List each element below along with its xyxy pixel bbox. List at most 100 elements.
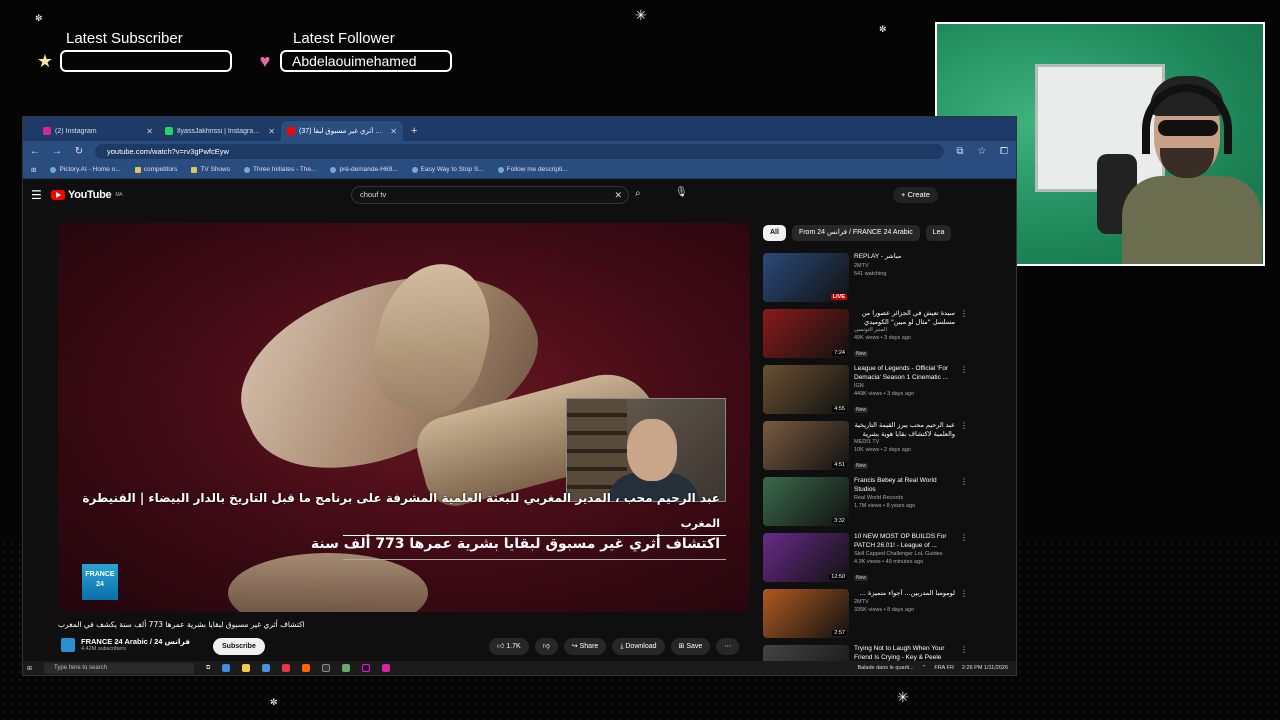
search-icon[interactable]: ⌕ bbox=[635, 188, 641, 199]
more-options-icon[interactable]: ⋮ bbox=[960, 589, 968, 638]
channel-name[interactable]: المنبر التونسي bbox=[854, 326, 955, 334]
recommended-video[interactable]: 3:32 Francis Bebey at Real World Studios R… bbox=[763, 477, 968, 526]
more-options-icon[interactable]: ⋮ bbox=[960, 365, 968, 416]
obs-icon[interactable] bbox=[322, 664, 331, 672]
video-title[interactable]: عبد الرحيم محب يبرز القيمة التاريخية وال… bbox=[854, 421, 955, 438]
video-title[interactable]: Trying Not to Laugh When Your Friend Is … bbox=[854, 645, 955, 662]
tray-arrow-icon[interactable]: ⌃ bbox=[922, 665, 927, 671]
new-tab-button[interactable]: + bbox=[411, 121, 417, 141]
channel-name[interactable]: 2MTV bbox=[854, 598, 955, 606]
video-title[interactable]: League of Legends - Official 'For Demaci… bbox=[854, 365, 955, 382]
more-actions-button[interactable]: ⋯ bbox=[716, 638, 740, 655]
reload-icon[interactable]: ↻ bbox=[73, 146, 85, 157]
instagram-icon[interactable] bbox=[382, 664, 391, 672]
recommended-video[interactable]: 7:24 سيدة تعيش في الجزائر عصورا من مسلسل … bbox=[763, 309, 968, 360]
video-thumbnail[interactable]: 3:32 bbox=[763, 477, 849, 526]
more-options-icon[interactable]: ⋮ bbox=[960, 309, 968, 360]
search-input[interactable]: chouf tv ✕ bbox=[351, 186, 629, 204]
more-options-icon[interactable]: ⋮ bbox=[960, 533, 968, 584]
extensions-icon[interactable]: ⧠ bbox=[998, 146, 1010, 157]
recommended-video[interactable]: LIVE REPLAY - مباشر 2MTV 541 watching bbox=[763, 253, 968, 302]
chrome-icon[interactable] bbox=[282, 664, 291, 672]
bookmark-folder[interactable]: TV Shows bbox=[191, 166, 230, 173]
bookmark-item[interactable]: Easy Way to Stop S... bbox=[411, 166, 484, 173]
app-icon[interactable] bbox=[342, 664, 351, 672]
new-badge: New bbox=[854, 407, 869, 413]
chip-all[interactable]: All bbox=[763, 225, 786, 241]
task-view-icon[interactable]: ⧉ bbox=[206, 665, 210, 672]
more-options-icon[interactable]: ⋮ bbox=[960, 421, 968, 472]
like-button[interactable]: 👍︎ 1.7K bbox=[489, 638, 529, 655]
youtube-logo[interactable]: YouTube MA bbox=[51, 189, 123, 201]
channel-name[interactable]: IGN bbox=[854, 382, 955, 390]
chip-from-channel[interactable]: From فرانس 24 / FRANCE 24 Arabic bbox=[791, 225, 920, 241]
channel-name[interactable]: FRANCE 24 Arabic / فرانس 24 bbox=[81, 637, 190, 646]
close-icon[interactable]: ✕ bbox=[390, 127, 397, 136]
recommended-video[interactable]: 4:51 عبد الرحيم محب يبرز القيمة التاريخية… bbox=[763, 421, 968, 472]
forward-icon[interactable]: → bbox=[51, 146, 63, 157]
browser-tab-youtube[interactable]: (37) اكتشاف أثري غير مسبوق لبقا ✕ bbox=[281, 121, 403, 141]
whatsapp-icon bbox=[165, 127, 173, 135]
create-button[interactable]: + Create bbox=[893, 187, 938, 203]
edge-icon[interactable] bbox=[222, 664, 231, 672]
dislike-button[interactable]: 👎︎ bbox=[534, 638, 558, 655]
video-title[interactable]: لومومبا المدربين... أجواء متميزة ... bbox=[854, 589, 955, 598]
clock[interactable]: 2:26 PM 1/11/2026 bbox=[962, 665, 1008, 671]
duration-badge: 4:55 bbox=[832, 406, 847, 412]
back-icon[interactable]: ← bbox=[29, 146, 41, 157]
windows-start-icon[interactable]: ⊞ bbox=[27, 665, 32, 672]
recommended-video[interactable]: 12:50 10 NEW MOST OP BUILDS For PATCH 26.… bbox=[763, 533, 968, 584]
view-count: 449K views • 3 days ago bbox=[854, 391, 915, 397]
video-title[interactable]: Francis Bebey at Real World Studios bbox=[854, 477, 955, 494]
recommended-video[interactable]: 4:55 League of Legends - Official 'For De… bbox=[763, 365, 968, 416]
language-indicator[interactable]: FRA FR bbox=[934, 665, 954, 671]
bookmark-star-icon[interactable]: ☆ bbox=[976, 146, 988, 157]
apps-icon[interactable]: ⊞ bbox=[31, 166, 36, 174]
view-count: 10K views • 2 days ago bbox=[854, 447, 911, 453]
close-icon[interactable]: ✕ bbox=[146, 127, 153, 136]
bookmark-item[interactable]: pré-demande-H69... bbox=[330, 166, 398, 173]
bookmark-item[interactable]: Follow me descripti... bbox=[497, 166, 568, 173]
thumbs-up-icon: 👍︎ bbox=[497, 643, 505, 650]
video-title[interactable]: سيدة تعيش في الجزائر عصورا من مسلسل "مثا… bbox=[854, 309, 955, 326]
bookmark-folder[interactable]: competitors bbox=[134, 166, 177, 173]
channel-avatar[interactable] bbox=[61, 637, 75, 652]
more-options-icon[interactable]: ⋮ bbox=[960, 477, 968, 526]
video-thumbnail[interactable]: 4:51 bbox=[763, 421, 849, 470]
voice-search-icon[interactable]: 🎙 bbox=[675, 187, 688, 198]
close-icon[interactable]: ✕ bbox=[268, 127, 275, 136]
channel-name[interactable]: MEDI1 TV bbox=[854, 438, 955, 446]
video-thumbnail[interactable]: LIVE bbox=[763, 253, 849, 302]
clear-search-icon[interactable]: ✕ bbox=[614, 187, 622, 203]
video-thumbnail[interactable]: 7:24 bbox=[763, 309, 849, 358]
bookmark-item[interactable]: Pictory.AI - Home o... bbox=[50, 166, 121, 173]
subscribe-button[interactable]: Subscribe bbox=[213, 638, 265, 655]
video-thumbnail[interactable]: 4:55 bbox=[763, 365, 849, 414]
share-button[interactable]: ↪ Share bbox=[563, 638, 607, 655]
chip-learning[interactable]: Lea bbox=[925, 225, 952, 241]
tab-title: (37) اكتشاف أثري غير مسبوق لبقا bbox=[299, 128, 386, 135]
menu-icon[interactable]: ☰ bbox=[31, 188, 51, 202]
video-thumbnail[interactable]: 12:50 bbox=[763, 533, 849, 582]
app-icon[interactable] bbox=[302, 664, 311, 672]
video-thumbnail[interactable]: 2:57 bbox=[763, 589, 849, 638]
media-now-playing[interactable]: Balade dans le quarti... bbox=[857, 665, 913, 671]
recommended-video[interactable]: 2:57 لومومبا المدربين... أجواء متميزة ...… bbox=[763, 589, 968, 638]
browser-tab-facebook[interactable]: IlyassJakhrissi | Instagram, Face ✕ bbox=[159, 121, 281, 141]
video-title[interactable]: REPLAY - مباشر bbox=[854, 253, 968, 262]
video-player[interactable]: عبد الرحيم محب ، المدير المغربي للبعثة ا… bbox=[58, 223, 750, 612]
taskbar-search[interactable]: Type here to search bbox=[44, 662, 195, 674]
url-field[interactable]: youtube.com/watch?v=rv3gPwfcEyw bbox=[95, 143, 944, 159]
bookmark-item[interactable]: Three Initiates - The... bbox=[243, 166, 316, 173]
channel-name[interactable]: 2MTV bbox=[854, 262, 968, 270]
tiktok-icon[interactable] bbox=[362, 664, 371, 672]
store-icon[interactable] bbox=[262, 664, 271, 672]
save-button[interactable]: ⊞ Save bbox=[670, 638, 711, 655]
install-icon[interactable]: ⧉ bbox=[954, 146, 966, 157]
download-button[interactable]: ⤓ Download bbox=[612, 638, 665, 655]
file-explorer-icon[interactable] bbox=[242, 664, 251, 672]
channel-name[interactable]: Real World Records bbox=[854, 494, 955, 502]
channel-name[interactable]: Skill Capped Challenger LoL Guides bbox=[854, 550, 955, 558]
video-title[interactable]: 10 NEW MOST OP BUILDS For PATCH 26.01! -… bbox=[854, 533, 955, 550]
browser-tab-instagram[interactable]: (2) Instagram ✕ bbox=[37, 121, 159, 141]
